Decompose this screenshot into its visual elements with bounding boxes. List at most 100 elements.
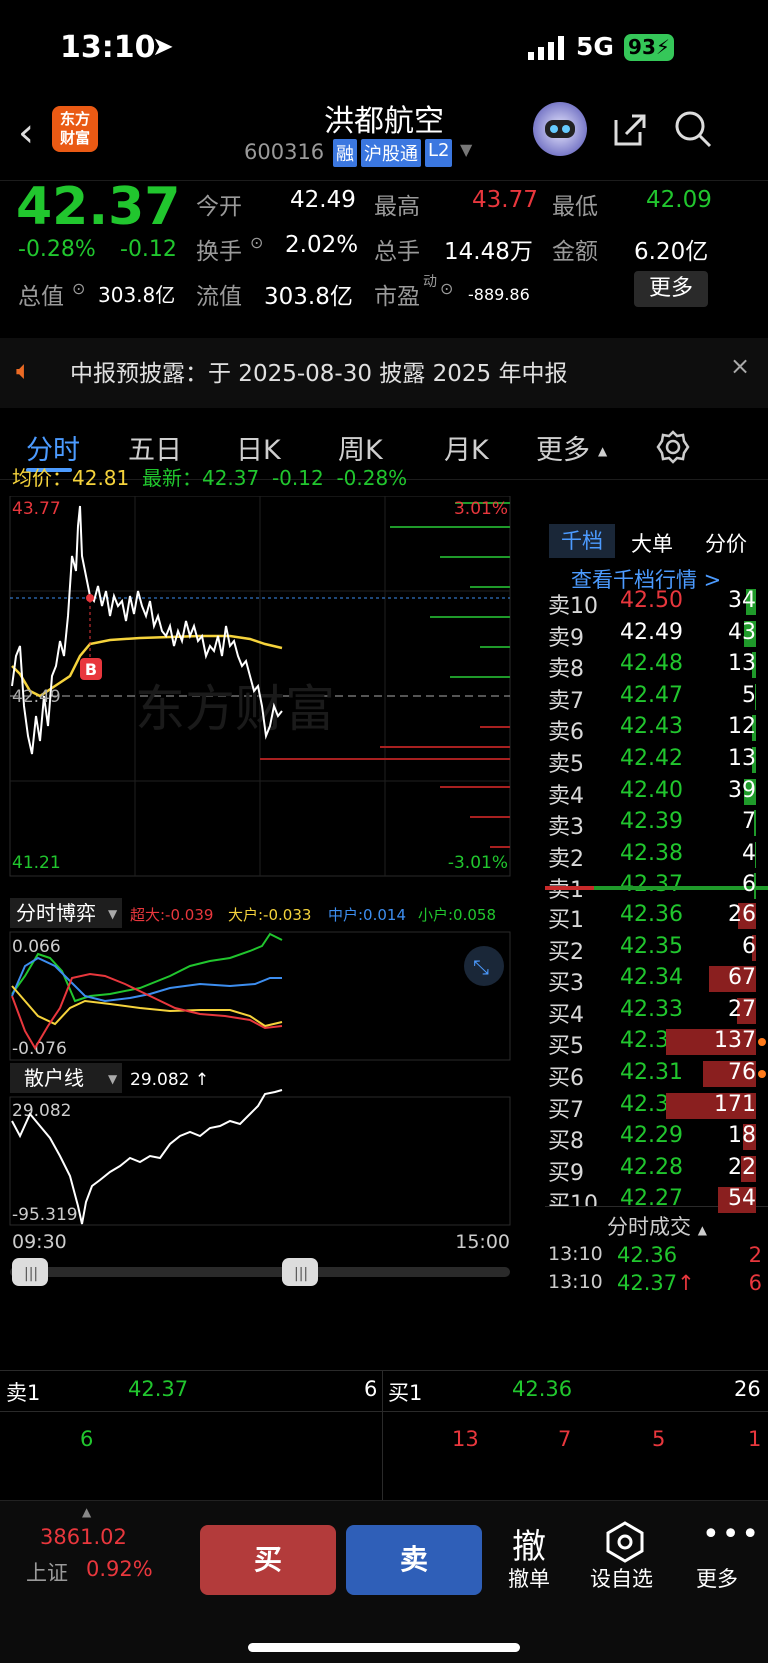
intraday-chart-svg[interactable]: 东方财富 B 43.77 42.49 41.21 3.01% -3.01% 分时… bbox=[0, 496, 545, 1356]
more-button[interactable]: 更多 bbox=[696, 1563, 738, 1593]
bid-row[interactable]: 买5 42.32 137 bbox=[545, 1026, 768, 1059]
add-watchlist-button[interactable]: 设自选 bbox=[590, 1563, 653, 1593]
turnover-label: 换手 bbox=[196, 239, 242, 265]
stock-tags: 融 沪股通 L2 bbox=[333, 139, 453, 167]
pe-value: -889.86 bbox=[468, 285, 530, 304]
game-ymax: 0.066 bbox=[12, 937, 61, 957]
tab-monthly[interactable]: 月K bbox=[444, 428, 489, 467]
game-small: 小户:0.058 bbox=[418, 906, 496, 924]
ask-volume: 34 bbox=[728, 588, 756, 613]
last-label: 最新： bbox=[141, 466, 202, 490]
index-name[interactable]: 上证 bbox=[26, 1557, 68, 1587]
sell-button[interactable]: 卖 bbox=[346, 1525, 482, 1595]
watchlist-hexagon-icon[interactable] bbox=[604, 1521, 646, 1567]
ask-row[interactable]: 卖5 42.42 13 bbox=[545, 744, 768, 777]
game-title: 分时博弈 bbox=[16, 901, 96, 925]
ask-row[interactable]: 卖3 42.39 7 bbox=[545, 807, 768, 840]
tab-more[interactable]: 更多 bbox=[536, 428, 590, 467]
cancel-order-icon[interactable]: 撤 bbox=[512, 1519, 546, 1568]
ask-price: 42.40 bbox=[620, 777, 683, 803]
high-label: 最高 bbox=[374, 194, 420, 220]
mcap-value: 303.8亿 bbox=[98, 283, 176, 307]
info-icon[interactable]: ⊙ bbox=[250, 233, 263, 252]
pe-superscript: 动 bbox=[423, 274, 437, 290]
info-icon[interactable]: ⊙ bbox=[440, 279, 453, 298]
ask-row[interactable]: 卖6 42.43 12 bbox=[545, 712, 768, 745]
bid-volume: 6 bbox=[742, 933, 756, 959]
index-pct: 0.92% bbox=[86, 1557, 153, 1581]
ask-volume: 6 bbox=[742, 872, 756, 898]
trade-time: 13:10 bbox=[548, 1271, 603, 1293]
bid-row[interactable]: 买9 42.28 22 bbox=[545, 1153, 768, 1186]
cancel-order-button[interactable]: 撤单 bbox=[508, 1563, 550, 1593]
settings-gear-icon[interactable] bbox=[656, 430, 690, 468]
trade-arrow: ↑ bbox=[677, 1271, 695, 1295]
ask-volume: 5 bbox=[742, 682, 756, 708]
pe-label: 市盈 bbox=[374, 284, 420, 310]
ask-row[interactable]: 卖4 42.40 39 bbox=[545, 776, 768, 809]
ask-level-label: 卖2 bbox=[548, 846, 584, 872]
chevron-down-icon[interactable]: ▼ bbox=[460, 140, 472, 159]
bq-ask-price: 42.37 bbox=[128, 1377, 189, 1401]
tab-big-order[interactable]: 大单 bbox=[631, 528, 673, 558]
tab-depth[interactable]: 千档 bbox=[549, 524, 615, 558]
ask-row[interactable]: 卖9 42.49 43 bbox=[545, 618, 768, 651]
ask-row[interactable]: 卖10 42.50 34 bbox=[545, 586, 768, 619]
bid-price: 42.36 bbox=[620, 902, 683, 927]
bid-row[interactable]: 买8 42.29 18 bbox=[545, 1121, 768, 1154]
bq-bid-vol: 26 bbox=[734, 1377, 761, 1401]
avg-value: 42.81 bbox=[72, 466, 130, 490]
bid-row[interactable]: 买2 42.35 6 bbox=[545, 932, 768, 965]
trade-time: 13:10 bbox=[548, 1243, 603, 1265]
ask-price: 42.43 bbox=[620, 714, 683, 740]
bid-price: 42.35 bbox=[620, 933, 683, 959]
close-icon[interactable]: × bbox=[730, 352, 750, 380]
svg-text:|||: ||| bbox=[24, 1266, 38, 1282]
more-quote-button[interactable]: 更多 bbox=[634, 271, 708, 307]
ask-row[interactable]: 卖7 42.47 5 bbox=[545, 681, 768, 714]
retail-title: 散户线 bbox=[24, 1066, 84, 1090]
vol-value: 14.48万 bbox=[444, 239, 533, 265]
trades-title[interactable]: 分时成交 ▲ bbox=[607, 1211, 707, 1241]
ask-row[interactable]: 卖2 42.38 4 bbox=[545, 839, 768, 872]
bid-row[interactable]: 买4 42.33 27 bbox=[545, 995, 768, 1028]
bid-volume: 67 bbox=[728, 965, 756, 991]
search-icon[interactable] bbox=[672, 108, 714, 154]
info-icon[interactable]: ⊙ bbox=[72, 279, 85, 298]
bid-price: 42.28 bbox=[620, 1154, 683, 1180]
bq-buy-tick: 7 bbox=[558, 1427, 572, 1451]
ask-volume: 39 bbox=[728, 777, 756, 803]
bid-row[interactable]: 买7 42.30 171 bbox=[545, 1090, 768, 1123]
notice-banner[interactable]: 🔈︎ 中报预披露：于 2025-08-30 披露 2025 年中报 × bbox=[0, 338, 768, 408]
ask-volume: 7 bbox=[742, 809, 756, 835]
turnover-value: 2.02% bbox=[285, 232, 359, 258]
more-dots-icon[interactable]: ••• bbox=[702, 1517, 761, 1552]
share-icon[interactable] bbox=[610, 110, 650, 154]
bid-row[interactable]: 买6 42.31 76 bbox=[545, 1058, 768, 1091]
bid-row[interactable]: 买1 42.36 26 bbox=[545, 900, 768, 933]
ask-row[interactable]: 卖8 42.48 13 bbox=[545, 649, 768, 682]
mcap-label: 总值 bbox=[18, 284, 64, 310]
ask-price: 42.49 bbox=[620, 619, 683, 645]
legend-change: -0.12 bbox=[271, 466, 324, 490]
range-slider-track[interactable] bbox=[10, 1267, 510, 1277]
home-indicator bbox=[248, 1643, 520, 1652]
index-value[interactable]: 3861.02 bbox=[40, 1525, 127, 1549]
robot-assistant-icon[interactable] bbox=[533, 102, 587, 156]
bid-volume: 18 bbox=[728, 1123, 756, 1149]
buy-button[interactable]: 买 bbox=[200, 1525, 336, 1595]
legend-pct: -0.28% bbox=[336, 466, 408, 490]
tab-price-dist[interactable]: 分价 bbox=[705, 528, 747, 558]
ask-volume: 43 bbox=[728, 619, 756, 645]
bid-row[interactable]: 买3 42.34 67 bbox=[545, 963, 768, 996]
chart-watermark: 东方财富 bbox=[135, 681, 335, 737]
bid-level-label: 买6 bbox=[548, 1066, 584, 1091]
pct-min-label: -3.01% bbox=[448, 853, 508, 873]
stock-code: 600316 bbox=[244, 140, 325, 164]
ask-volume: 13 bbox=[728, 746, 756, 771]
open-label: 今开 bbox=[196, 194, 242, 220]
notice-text: 中报预披露：于 2025-08-30 披露 2025 年中报 bbox=[70, 361, 568, 387]
bid-price: 42.34 bbox=[620, 965, 683, 991]
float-value: 303.8亿 bbox=[264, 284, 353, 310]
high-value: 43.77 bbox=[472, 187, 538, 213]
